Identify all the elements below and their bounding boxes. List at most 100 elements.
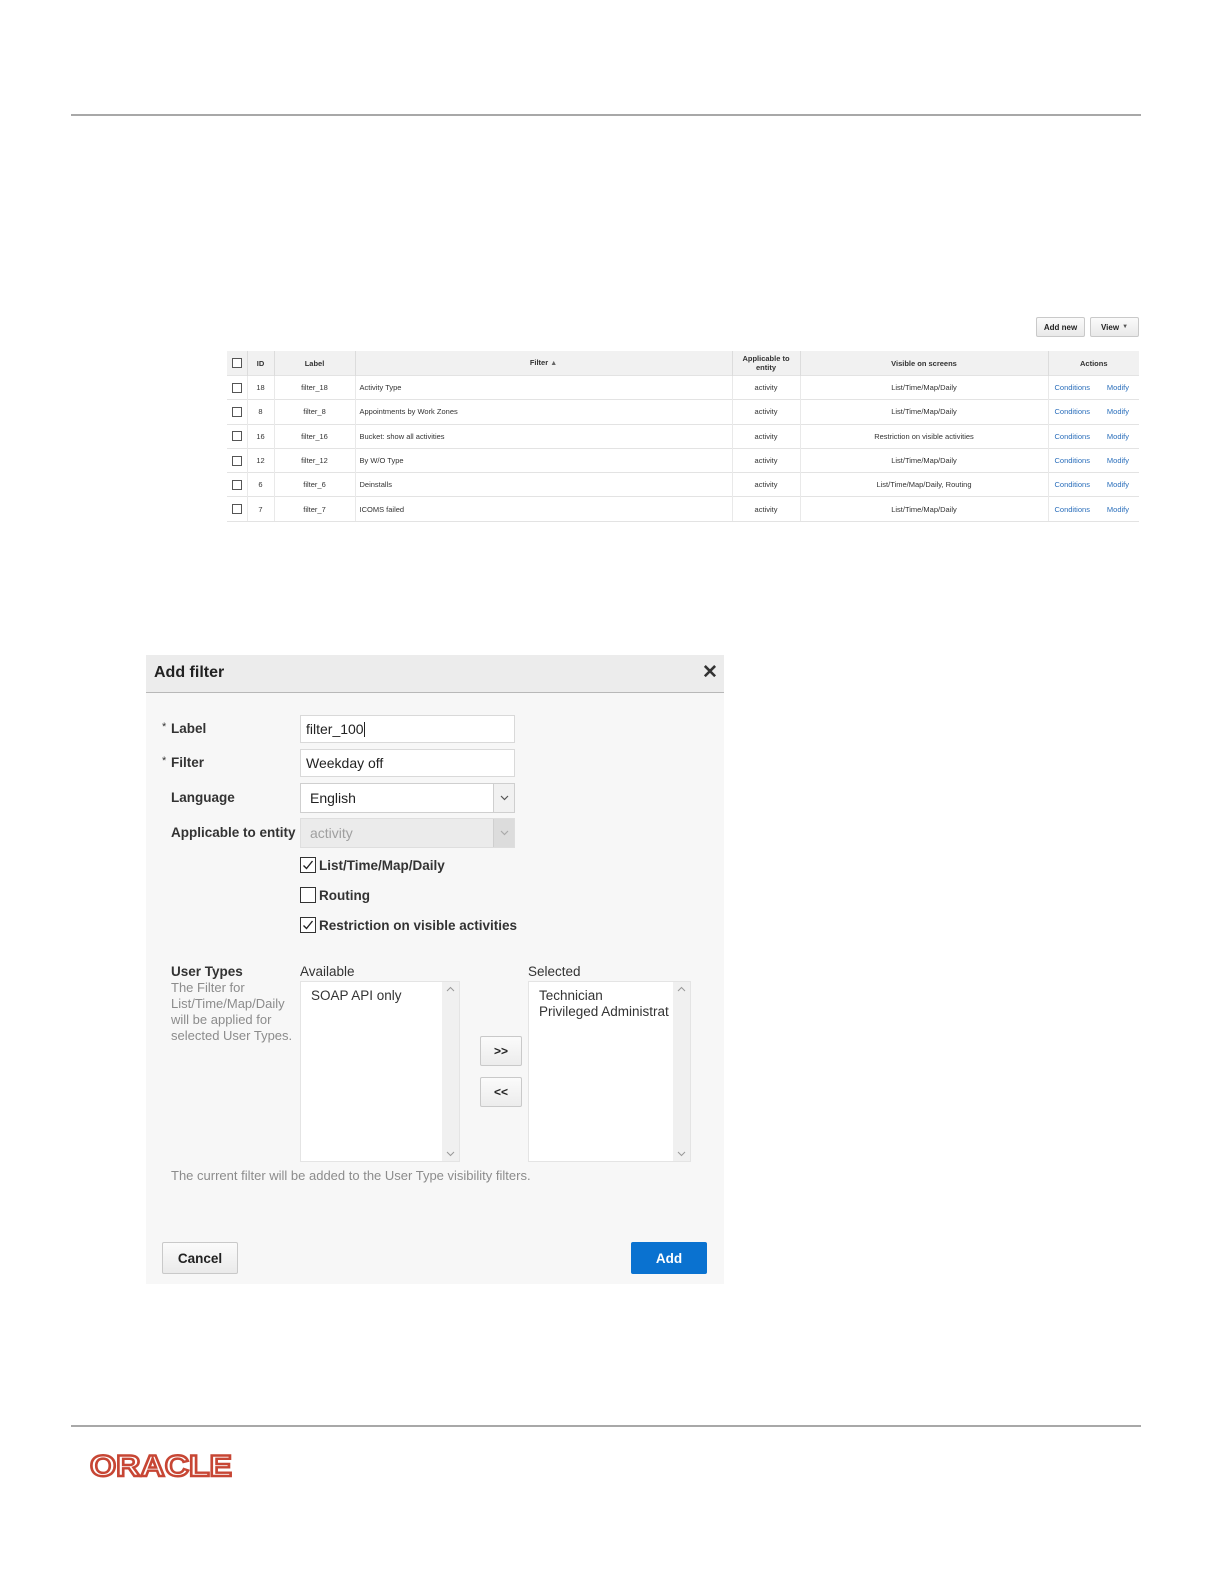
checkbox-label: Restriction on visible activities bbox=[319, 917, 518, 933]
cell-id: 6 bbox=[246, 472, 274, 497]
chevron-down-icon: ▼ bbox=[1122, 324, 1129, 330]
list-item[interactable]: SOAP API only bbox=[301, 988, 459, 1004]
screen-checkbox-row[interactable]: List/Time/Map/Daily bbox=[300, 857, 445, 873]
row-checkbox[interactable] bbox=[231, 455, 242, 466]
cell-actions: Conditions Modify bbox=[1047, 423, 1139, 449]
required-marker: * bbox=[162, 721, 167, 733]
conditions-link[interactable]: Conditions bbox=[1055, 456, 1090, 465]
conditions-link[interactable]: Conditions bbox=[1055, 407, 1090, 416]
cell-screens: List/Time/Map/Daily bbox=[799, 374, 1048, 400]
modify-link[interactable]: Modify bbox=[1107, 383, 1129, 392]
filter-input-value: Weekday off bbox=[306, 755, 384, 771]
modify-link[interactable]: Modify bbox=[1107, 480, 1129, 489]
scroll-up-icon bbox=[677, 986, 686, 992]
modify-link[interactable]: Modify bbox=[1107, 505, 1129, 514]
table-header-row: ID Label Filter ▲ Applicable to entity V… bbox=[227, 351, 1139, 376]
table-row: 6 filter_6 Deinstalls activity List/Time/Map… bbox=[227, 472, 1139, 497]
cell-filter: Activity Type bbox=[354, 374, 732, 400]
cell-filter: Appointments by Work Zones bbox=[354, 399, 732, 425]
cell-filter: ICOMS failed bbox=[354, 496, 732, 522]
cell-id: 16 bbox=[246, 423, 274, 449]
row-checkbox[interactable] bbox=[231, 431, 242, 442]
screen-checkbox-row[interactable]: Restriction on visible activities bbox=[300, 917, 517, 933]
dialog-header: Add filter ✕ bbox=[146, 655, 724, 693]
modify-link[interactable]: Modify bbox=[1107, 432, 1129, 441]
bottom-divider bbox=[71, 1425, 1141, 1427]
column-header-id[interactable]: ID bbox=[246, 351, 274, 376]
visibility-note: The current filter will be added to the … bbox=[171, 1168, 531, 1183]
list-item[interactable]: Privileged Administrat bbox=[529, 1004, 690, 1020]
select-all-checkbox-cell[interactable] bbox=[227, 351, 247, 376]
checkbox-checked[interactable] bbox=[300, 917, 316, 933]
scroll-down-icon bbox=[677, 1151, 686, 1157]
cell-screens: List/Time/Map/Daily, Routing bbox=[799, 472, 1048, 497]
cell-label: filter_16 bbox=[273, 423, 355, 449]
cell-actions: Conditions Modify bbox=[1047, 447, 1139, 473]
modify-link[interactable]: Modify bbox=[1107, 407, 1129, 416]
select-all-checkbox[interactable] bbox=[231, 358, 242, 368]
column-header-label[interactable]: Label bbox=[273, 351, 355, 376]
selected-list-label: Selected bbox=[528, 964, 581, 979]
dialog-title: Add filter bbox=[154, 664, 225, 681]
user-types-description: The Filter for List/Time/Map/Daily will … bbox=[171, 980, 293, 1043]
conditions-link[interactable]: Conditions bbox=[1055, 505, 1090, 514]
row-checkbox[interactable] bbox=[231, 479, 242, 490]
cell-actions: Conditions Modify bbox=[1047, 472, 1139, 497]
close-icon[interactable]: ✕ bbox=[702, 661, 718, 684]
screen-checkbox-row[interactable]: Routing bbox=[300, 887, 370, 903]
row-checkbox-cell[interactable] bbox=[227, 423, 247, 449]
label-input[interactable]: filter_100 bbox=[300, 715, 515, 743]
row-checkbox[interactable] bbox=[231, 382, 242, 393]
row-checkbox[interactable] bbox=[231, 406, 242, 417]
view-menu-button[interactable]: View ▼ bbox=[1090, 317, 1139, 337]
label-input-value: filter_100 bbox=[306, 721, 364, 737]
cell-actions: Conditions Modify bbox=[1047, 399, 1139, 425]
conditions-link[interactable]: Conditions bbox=[1055, 383, 1090, 392]
cell-entity: activity bbox=[731, 496, 800, 522]
add-new-label: Add new bbox=[1043, 322, 1078, 332]
modify-link[interactable]: Modify bbox=[1107, 456, 1129, 465]
row-checkbox-cell[interactable] bbox=[227, 374, 247, 400]
cell-screens: Restriction on visible activities bbox=[799, 423, 1048, 449]
column-header-filter[interactable]: Filter ▲ bbox=[354, 351, 732, 376]
conditions-link[interactable]: Conditions bbox=[1055, 480, 1090, 489]
cancel-button[interactable]: Cancel bbox=[162, 1242, 238, 1274]
user-types-title: User Types bbox=[171, 964, 243, 979]
cell-id: 12 bbox=[246, 447, 274, 473]
cell-label: filter_12 bbox=[273, 447, 355, 473]
list-item[interactable]: Technician bbox=[529, 988, 690, 1004]
row-checkbox-cell[interactable] bbox=[227, 472, 247, 497]
cell-label: filter_18 bbox=[273, 374, 355, 400]
cell-entity: activity bbox=[731, 447, 800, 473]
row-checkbox[interactable] bbox=[231, 504, 242, 515]
cell-label: filter_7 bbox=[273, 496, 355, 522]
selected-user-types-list[interactable]: Technician Privileged Administrat bbox=[528, 981, 691, 1162]
language-select[interactable]: English bbox=[300, 783, 515, 813]
cell-screens: List/Time/Map/Daily bbox=[799, 447, 1048, 473]
available-user-types-list[interactable]: SOAP API only bbox=[300, 981, 460, 1162]
cell-filter: Deinstalls bbox=[354, 472, 732, 497]
checkbox-checked[interactable] bbox=[300, 857, 316, 873]
add-new-button[interactable]: Add new bbox=[1036, 317, 1085, 337]
checkbox-unchecked[interactable] bbox=[300, 887, 316, 903]
move-to-selected-button[interactable]: >> bbox=[480, 1036, 522, 1066]
selected-list-scrollbar[interactable] bbox=[673, 982, 690, 1161]
conditions-link[interactable]: Conditions bbox=[1055, 432, 1090, 441]
cell-id: 7 bbox=[246, 496, 274, 522]
cell-label: filter_6 bbox=[273, 472, 355, 497]
table-row: 16 filter_16 Bucket: show all activities ac… bbox=[227, 423, 1139, 449]
column-header-applicable-to-entity[interactable]: Applicable to entity bbox=[731, 351, 800, 376]
table-row: 18 filter_18 Activity Type activity List/Tim… bbox=[227, 374, 1139, 400]
column-header-visible-on-screens[interactable]: Visible on screens bbox=[799, 351, 1048, 376]
top-divider bbox=[71, 114, 1141, 116]
filter-input[interactable]: Weekday off bbox=[300, 749, 515, 777]
row-checkbox-cell[interactable] bbox=[227, 496, 247, 522]
entity-field-label: Applicable to entity bbox=[171, 825, 296, 840]
language-field-label: Language bbox=[171, 790, 235, 805]
move-to-available-button[interactable]: << bbox=[480, 1077, 522, 1107]
row-checkbox-cell[interactable] bbox=[227, 447, 247, 473]
label-field-label: * Label bbox=[162, 721, 207, 736]
add-button[interactable]: Add bbox=[631, 1242, 707, 1274]
row-checkbox-cell[interactable] bbox=[227, 399, 247, 425]
available-list-scrollbar[interactable] bbox=[442, 982, 459, 1161]
